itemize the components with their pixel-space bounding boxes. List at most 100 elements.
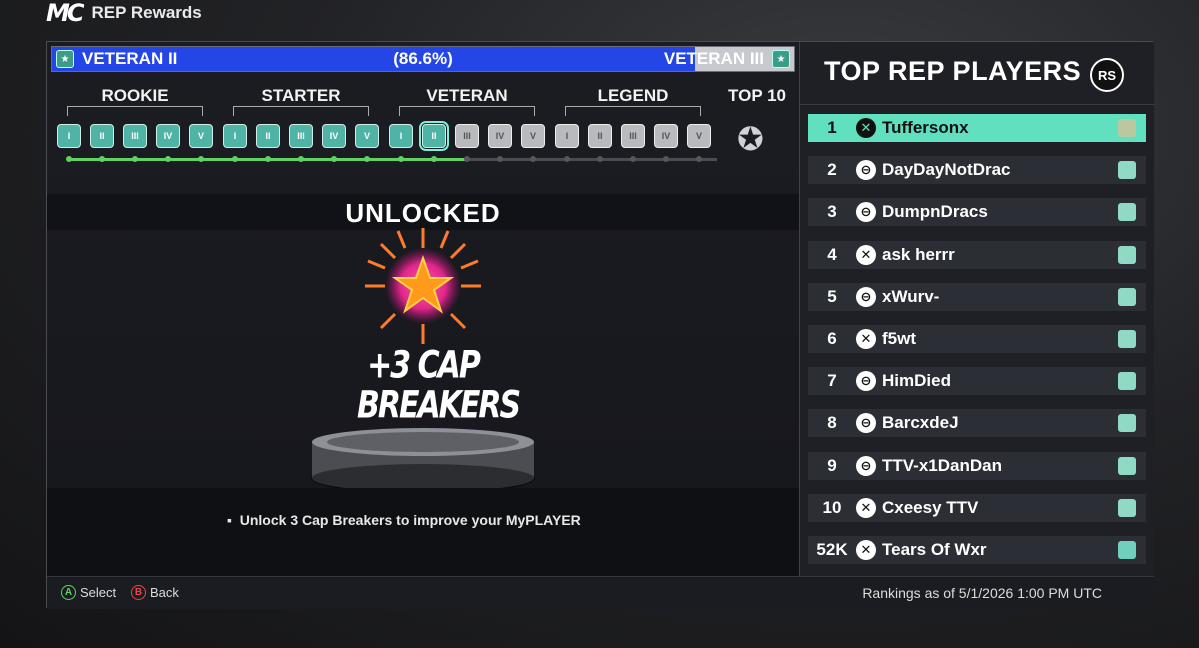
rep-badge-icon <box>1118 330 1136 348</box>
rep-badge-icon <box>1118 203 1136 222</box>
leaderboard-row[interactable]: 1 ✕ Tuffersonx <box>808 114 1146 142</box>
row-rank: 9 <box>827 455 837 475</box>
leaderboard-panel: TOP REP PLAYERS RS 1 ✕ Tuffersonx 2 ⊖ DayDayN… <box>799 42 1155 576</box>
next-tier-label: VETERAN III <box>663 49 764 68</box>
leaderboard-row[interactable]: 8 ⊖ BarcxdeJ <box>808 409 1146 438</box>
leaderboard-row[interactable]: 9 ⊖ TTV-x1DanDan <box>808 451 1146 480</box>
rank-badge-icon[interactable]: I <box>57 124 81 148</box>
rank-badge-icon[interactable]: II <box>256 124 280 148</box>
rep-badge-icon <box>1118 456 1136 475</box>
rank-badge-icon[interactable]: IV <box>322 124 346 148</box>
a-button-icon: A <box>61 585 76 600</box>
tier-track: TOP 10 ✪ ROOKIE I II III IV V STARTER I II III IV V… <box>47 84 799 174</box>
leaderboard-row[interactable]: 3 ⊖ DumpnDracs <box>808 198 1146 227</box>
unlock-title: UNLOCKED <box>345 198 501 228</box>
rank-badge-icon[interactable]: I <box>223 124 247 148</box>
rep-badge-icon <box>1118 245 1136 264</box>
row-player-name: Tears Of Wxr <box>882 540 987 559</box>
track-dot <box>464 156 470 162</box>
page-title: REP Rewards <box>91 3 202 22</box>
select-hint[interactable]: A Select <box>61 585 116 600</box>
leaderboard-row[interactable]: 7 ⊖ HimDied <box>808 367 1146 396</box>
track-dot <box>298 156 304 162</box>
xbox-icon: ✕ <box>856 497 876 518</box>
row-player-name: HimDied <box>882 371 951 391</box>
track-dot <box>132 156 138 162</box>
row-player-name: f5wt <box>882 329 916 348</box>
playstation-icon: ⊖ <box>856 202 876 223</box>
row-player-name: Tuffersonx <box>882 118 969 137</box>
unlock-section: UNLOCKED +3 CAP BREAKERS ▪ Unlock 3 Cap … <box>47 174 799 576</box>
track-dot <box>398 156 404 162</box>
reward-line-2: BREAKERS <box>357 383 521 428</box>
rank-badge-icon[interactable]: III <box>455 124 479 148</box>
top10-label: TOP 10 <box>728 86 786 105</box>
track-dot <box>530 156 536 162</box>
row-rank: 3 <box>827 202 837 222</box>
rank-badge-icon[interactable]: IV <box>156 124 180 148</box>
row-player-name: xWurv- <box>882 286 940 306</box>
track-dot <box>630 156 636 162</box>
leaderboard-row[interactable]: 52K ✕ Tears Of Wxr <box>808 536 1146 564</box>
rank-badge-icon[interactable]: III <box>289 124 313 148</box>
rep-badge-icon <box>1118 498 1136 517</box>
playstation-icon: ⊖ <box>856 455 876 476</box>
tier-label-veteran: VETERAN <box>426 86 508 105</box>
xbox-icon: ✕ <box>856 329 876 349</box>
rank-badge-icon[interactable]: III <box>123 124 147 148</box>
row-rank: 1 <box>827 118 837 137</box>
rs-button-icon[interactable]: RS <box>1090 58 1124 92</box>
rank-badge-icon[interactable]: II <box>588 124 612 148</box>
reward-description: ▪ Unlock 3 Cap Breakers to improve your … <box>227 512 581 528</box>
star-burst-icon <box>365 228 481 344</box>
tier-bracket <box>565 106 701 116</box>
rank-badge-icon[interactable]: III <box>621 124 645 148</box>
rank-badge-icon[interactable]: IV <box>488 124 512 148</box>
rep-badge-icon <box>1118 414 1136 433</box>
xbox-icon: ✕ <box>856 118 876 138</box>
track-dot <box>497 156 503 162</box>
row-rank: 8 <box>827 413 837 433</box>
track-dot <box>564 156 570 162</box>
rank-badge-icon[interactable]: I <box>555 124 579 148</box>
rank-badge-icon[interactable]: V <box>687 124 711 148</box>
rank-badge-icon[interactable]: II <box>419 121 449 151</box>
star-top10-icon[interactable]: ✪ <box>737 120 764 158</box>
track-dot <box>198 156 204 162</box>
track-dot <box>364 156 370 162</box>
reward-description-text: Unlock 3 Cap Breakers to improve your My… <box>239 512 581 528</box>
row-player-name: BarcxdeJ <box>882 413 959 433</box>
leaderboard-row[interactable]: 5 ⊖ xWurv- <box>808 282 1146 311</box>
rank-badge-icon[interactable]: IV <box>654 124 678 148</box>
mc-logo: MC <box>46 0 84 27</box>
rank-badge-icon[interactable]: V <box>521 124 545 148</box>
rep-badge-icon <box>1118 119 1136 137</box>
rank-badge-icon[interactable]: I <box>389 124 413 148</box>
rank-badge-icon[interactable]: V <box>355 124 379 148</box>
leaderboard-row[interactable]: 6 ✕ f5wt <box>808 325 1146 353</box>
next-tier-badge-icon: ★ <box>772 50 790 68</box>
rank-badge-icon[interactable]: II <box>90 124 114 148</box>
leaderboard-row[interactable]: 4 ✕ ask herrr <box>808 240 1146 269</box>
rank-badge-icon[interactable]: V <box>189 124 213 148</box>
rep-badge-icon <box>1118 541 1136 559</box>
reward-graphic-text: +3 CAP BREAKERS <box>357 345 521 428</box>
row-player-name: DayDayNotDrac <box>882 160 1011 180</box>
tier-bracket <box>67 106 203 116</box>
playstation-icon: ⊖ <box>856 286 876 307</box>
track-dot <box>99 156 105 162</box>
bullet-icon: ▪ <box>227 512 240 528</box>
leaderboard-row[interactable]: 2 ⊖ DayDayNotDrac <box>808 156 1146 185</box>
back-hint[interactable]: B Back <box>131 585 179 600</box>
track-dot <box>696 156 702 162</box>
row-rank: 5 <box>827 286 837 306</box>
leaderboard-row[interactable]: 10 ✕ Cxeesy TTV <box>808 493 1146 522</box>
rewards-panel: ★ VETERAN II (86.6%) VETERAN III ★ TOP 1… <box>47 42 799 576</box>
tier-bracket <box>233 106 369 116</box>
pedestal-icon <box>311 428 535 494</box>
rep-badge-icon <box>1118 161 1136 180</box>
track-dot <box>431 156 437 162</box>
top-bar: MC REP Rewards <box>46 0 202 27</box>
row-player-name: DumpnDracs <box>882 202 988 222</box>
tier-label-legend: LEGEND <box>597 86 669 105</box>
